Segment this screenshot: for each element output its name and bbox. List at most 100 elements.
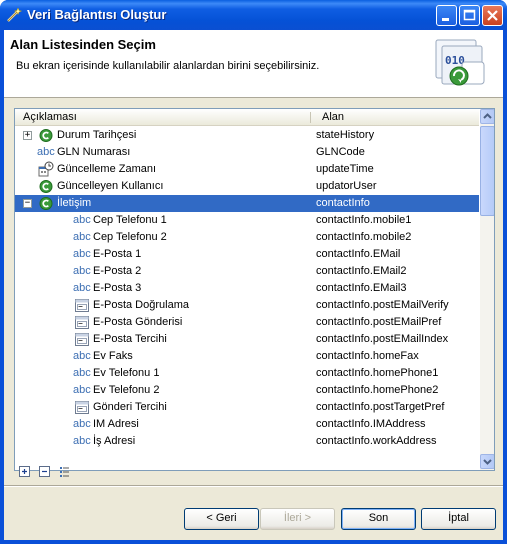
row-field: contactInfo.workAddress (316, 435, 437, 447)
row-field: contactInfo.mobile2 (316, 231, 412, 243)
row-description: Gönderi Tercihi (93, 401, 167, 413)
table-row[interactable]: E-Posta Tercihi contactInfo.postEMailInde… (15, 331, 479, 348)
row-field: contactInfo.postTargetPref (316, 401, 445, 413)
table-row[interactable]: abc E-Posta 2 contactInfo.EMail2 (15, 263, 479, 280)
column-separator[interactable] (310, 112, 311, 123)
table-row[interactable]: abc GLN Numarası GLNCode (15, 144, 479, 161)
data-binding-wizard-icon: 010 (435, 39, 485, 86)
row-description: İş Adresi (93, 435, 136, 447)
form-field-icon (75, 333, 89, 346)
window-title: Veri Bağlantısı Oluştur (27, 7, 167, 22)
table-row[interactable]: abc Ev Telefonu 2 contactInfo.homePhone2 (15, 382, 479, 399)
chevron-down-icon (483, 459, 492, 465)
table-row[interactable]: + Durum Tarihçesi stateHistory (15, 127, 479, 144)
list-icon[interactable] (58, 465, 71, 478)
maximize-button[interactable] (459, 5, 480, 26)
form-field-icon (75, 299, 89, 312)
table-header: Açıklaması Alan (15, 109, 479, 126)
abc-text-icon: abc (73, 282, 91, 294)
row-description: E-Posta Gönderisi (93, 316, 183, 328)
table-row[interactable]: abc Ev Faks contactInfo.homeFax (15, 348, 479, 365)
row-description: E-Posta Doğrulama (93, 299, 189, 311)
row-description: Ev Telefonu 2 (93, 384, 160, 396)
row-field: updateTime (316, 163, 374, 175)
finish-button[interactable]: Son (341, 508, 416, 530)
row-description: Cep Telefonu 2 (93, 231, 167, 243)
table-row[interactable]: abc IM Adresi contactInfo.IMAddress (15, 416, 479, 433)
table-row[interactable]: Gönderi Tercihi contactInfo.postTargetPre… (15, 399, 479, 416)
row-description: IM Adresi (93, 418, 139, 430)
dialog-body: Alan Listesinden Seçim Bu ekran içerisin… (4, 30, 503, 540)
wizard-wand-icon (7, 7, 22, 22)
row-field: contactInfo (316, 197, 370, 209)
row-description: Ev Faks (93, 350, 133, 362)
table-row[interactable]: abc E-Posta 1 contactInfo.EMail (15, 246, 479, 263)
row-description: Ev Telefonu 1 (93, 367, 160, 379)
page-description: Bu ekran içerisinde kullanılabilir alanl… (16, 60, 320, 72)
abc-text-icon: abc (73, 418, 91, 430)
row-description: E-Posta 1 (93, 248, 142, 260)
table-row[interactable]: abc İş Adresi contactInfo.workAddress (15, 433, 479, 450)
table-row[interactable]: abc Cep Telefonu 1 contactInfo.mobile1 (15, 212, 479, 229)
table-row[interactable]: abc Ev Telefonu 1 contactInfo.homePhone1 (15, 365, 479, 382)
row-field: contactInfo.postEMailPref (316, 316, 442, 328)
abc-text-icon: abc (73, 350, 91, 362)
table-row[interactable]: E-Posta Doğrulama contactInfo.postEMailVe… (15, 297, 479, 314)
green-circle-c-icon (39, 129, 53, 142)
row-field: contactInfo.homePhone2 (316, 384, 439, 396)
calendar-clock-icon (38, 161, 54, 177)
chevron-up-icon (483, 113, 492, 119)
row-field: contactInfo.EMail (316, 248, 401, 260)
table-row[interactable]: E-Posta Gönderisi contactInfo.postEMailPr… (15, 314, 479, 331)
row-description: GLN Numarası (57, 146, 131, 158)
next-button[interactable]: İleri > (260, 508, 335, 530)
table-row-selected[interactable]: − İletişim contactInfo (15, 195, 479, 212)
scroll-thumb[interactable] (480, 126, 494, 216)
close-button[interactable] (482, 5, 503, 26)
collapse-icon[interactable]: − (23, 199, 32, 208)
row-description: Cep Telefonu 1 (93, 214, 167, 226)
green-circle-c-icon (39, 180, 53, 193)
row-field: stateHistory (316, 129, 375, 141)
expand-all-icon[interactable] (18, 465, 31, 478)
table-row[interactable]: abc Cep Telefonu 2 contactInfo.mobile2 (15, 229, 479, 246)
title-bar[interactable]: Veri Bağlantısı Oluştur (0, 0, 507, 30)
table-row[interactable]: abc E-Posta 3 contactInfo.EMail3 (15, 280, 479, 297)
table-row[interactable]: Güncelleyen Kullanıcı updatorUser (15, 178, 479, 195)
row-field: contactInfo.EMail2 (316, 265, 407, 277)
cancel-button[interactable]: İptal (421, 508, 496, 530)
table-row[interactable]: Güncelleme Zamanı updateTime (15, 161, 479, 178)
scroll-down-button[interactable] (480, 454, 494, 469)
collapse-all-icon[interactable] (38, 465, 51, 478)
row-description: E-Posta Tercihi (93, 333, 167, 345)
back-button[interactable]: < Geri (184, 508, 259, 530)
row-description: Güncelleme Zamanı (57, 163, 157, 175)
expand-icon[interactable]: + (23, 131, 32, 140)
row-field: contactInfo.homePhone1 (316, 367, 439, 379)
row-description: E-Posta 3 (93, 282, 142, 294)
column-header-field[interactable]: Alan (322, 111, 344, 123)
row-description: E-Posta 2 (93, 265, 142, 277)
form-field-icon (75, 316, 89, 329)
scroll-up-button[interactable] (480, 109, 494, 124)
table-body: + Durum Tarihçesi stateHistory abc GLN Numar… (15, 127, 479, 470)
abc-text-icon: abc (73, 248, 91, 260)
row-field: contactInfo.mobile1 (316, 214, 412, 226)
column-header-description[interactable]: Açıklaması (23, 111, 77, 123)
field-tree-table[interactable]: Açıklaması Alan + Durum Tarihçesi stateHis… (14, 108, 495, 471)
row-field: GLNCode (316, 146, 365, 158)
maximize-icon (463, 9, 476, 21)
abc-text-icon: abc (73, 265, 91, 277)
row-description: İletişim (57, 197, 92, 209)
row-field: contactInfo.homeFax (316, 350, 419, 362)
row-description: Güncelleyen Kullanıcı (57, 180, 164, 192)
page-title: Alan Listesinden Seçim (10, 37, 156, 52)
minimize-button[interactable] (436, 5, 457, 26)
minimize-icon (442, 18, 449, 21)
row-field: contactInfo.postEMailVerify (316, 299, 449, 311)
dialog-window: Veri Bağlantısı Oluştur Alan Listesinden… (0, 0, 507, 544)
row-field: contactInfo.postEMailIndex (316, 333, 449, 345)
abc-text-icon: abc (73, 214, 91, 226)
abc-text-icon: abc (73, 435, 91, 447)
vertical-scrollbar[interactable] (480, 109, 494, 470)
